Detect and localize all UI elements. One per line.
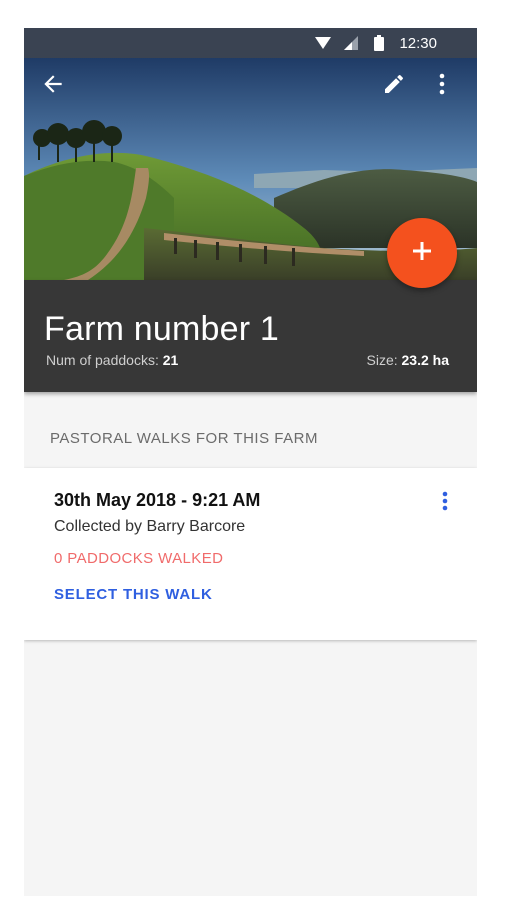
farm-title: Farm number 1 (44, 310, 280, 348)
walk-more-button[interactable] (433, 488, 457, 518)
status-bar: 12:30 (24, 28, 477, 58)
wifi-icon (315, 35, 332, 51)
size-label: Size: (366, 352, 398, 368)
section-title: PASTORAL WALKS FOR THIS FARM (50, 430, 318, 447)
app-bar (24, 58, 477, 114)
paddocks-label: Num of paddocks: (46, 352, 159, 368)
farm-info-panel: Farm number 1 Num of paddocks: 21 Size: … (24, 280, 477, 392)
size-value: 23.2 ha (401, 352, 449, 368)
more-options-button[interactable] (427, 71, 457, 101)
paddocks-stat: Num of paddocks: 21 (46, 352, 178, 368)
walk-date: 30th May 2018 - 9:21 AM (54, 490, 261, 510)
arrow-left-icon (40, 71, 66, 102)
walk-paddocks-walked: 0 PADDOCKS WALKED (54, 550, 224, 567)
pencil-icon (382, 72, 406, 101)
add-walk-fab[interactable] (387, 218, 457, 288)
paddocks-value: 21 (162, 352, 179, 368)
plus-icon (411, 240, 433, 267)
select-walk-button[interactable]: SELECT THIS WALK (54, 586, 213, 603)
walk-collected-by: Collected by Barry Barcore (54, 518, 246, 535)
back-button[interactable] (38, 71, 68, 101)
walk-card[interactable]: 30th May 2018 - 9:21 AM Collected by Bar… (24, 468, 477, 640)
more-vert-icon (442, 491, 448, 516)
signal-icon (343, 35, 359, 51)
status-time: 12:30 (399, 34, 437, 52)
battery-icon (371, 35, 387, 51)
edit-button[interactable] (379, 71, 409, 101)
app-screen: 12:30 Farm number 1 Num of paddocks: 21 … (24, 28, 477, 896)
more-vert-icon (438, 73, 446, 100)
size-stat: Size: 23.2 ha (367, 352, 450, 368)
